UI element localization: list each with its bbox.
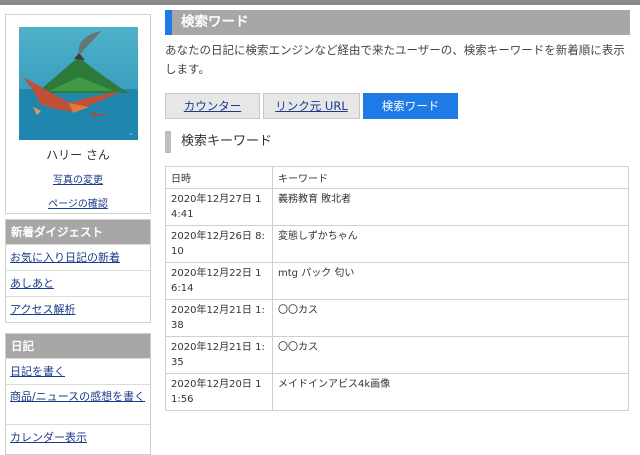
table-row: 2020年12月27日 14:41 義務教育 敗北者 — [165, 188, 629, 226]
cell-datetime: 2020年12月20日 11:56 — [165, 373, 273, 411]
tab-search-words[interactable]: 検索ワード — [363, 93, 458, 119]
cell-datetime: 2020年12月26日 8:10 — [165, 225, 273, 263]
section-title: 検索キーワード — [165, 131, 272, 153]
sidebar-item-favorites[interactable]: お気に入り日記の新着 — [6, 244, 150, 270]
table-row: 2020年12月22日 16:14 mtg パック 匂い — [165, 262, 629, 300]
table-row: 2020年12月20日 11:56 メイドインアビス4k画像 — [165, 373, 629, 411]
view-page-link[interactable]: ページの確認 — [6, 195, 150, 210]
cell-keyword: mtg パック 匂い — [272, 262, 629, 300]
column-header-keyword: キーワード — [272, 166, 629, 189]
column-header-datetime: 日時 — [165, 166, 273, 189]
change-photo-link[interactable]: 写真の変更 — [6, 171, 150, 186]
digest-heading: 新着ダイジェスト — [6, 220, 150, 244]
sidebar-item-write-diary[interactable]: 日記を書く — [6, 358, 150, 384]
cell-keyword: 〇〇カス — [272, 299, 629, 337]
table-row: 2020年12月21日 1:38 〇〇カス — [165, 299, 629, 337]
cell-keyword: 〇〇カス — [272, 336, 629, 374]
profile-box: ~ ハリー さん 写真の変更 ページの確認 — [5, 14, 151, 214]
keyword-table: 日時 キーワード 2020年12月27日 14:41 義務教育 敗北者 2020… — [165, 166, 629, 411]
cell-datetime: 2020年12月27日 14:41 — [165, 188, 273, 226]
cell-keyword: 義務教育 敗北者 — [272, 188, 629, 226]
digest-box: 新着ダイジェスト お気に入り日記の新着 あしあと アクセス解析 — [5, 219, 151, 323]
profile-name: ハリー さん — [46, 148, 110, 162]
sidebar-item-footprints[interactable]: あしあと — [6, 270, 150, 296]
table-row: 2020年12月21日 1:35 〇〇カス — [165, 336, 629, 374]
page-title: 検索ワード — [165, 10, 630, 35]
profile-photo[interactable]: ~ — [19, 27, 138, 140]
sidebar-item-calendar[interactable]: カレンダー表示 — [6, 424, 150, 450]
cell-datetime: 2020年12月22日 16:14 — [165, 262, 273, 300]
pterosaur-illustration: ~ — [19, 27, 138, 140]
svg-text:~: ~ — [129, 132, 133, 138]
tab-referrer-url[interactable]: リンク元 URL — [263, 93, 360, 119]
cell-datetime: 2020年12月21日 1:38 — [165, 299, 273, 337]
table-row: 2020年12月26日 8:10 変態しずかちゃん — [165, 225, 629, 263]
cell-keyword: メイドインアビス4k画像 — [272, 373, 629, 411]
page-description: あなたの日記に検索エンジンなど経由で来たユーザーの、検索キーワードを新着順に表示… — [165, 43, 625, 76]
diary-box: 日記 日記を書く 商品/ニュースの感想を書く カレンダー表示 — [5, 333, 151, 455]
cell-keyword: 変態しずかちゃん — [272, 225, 629, 263]
diary-heading: 日記 — [6, 334, 150, 358]
keyword-table-container: 日時 キーワード 2020年12月27日 14:41 義務教育 敗北者 2020… — [165, 166, 629, 411]
tab-counter[interactable]: カウンター — [165, 93, 260, 119]
sidebar-item-access-analysis[interactable]: アクセス解析 — [6, 296, 150, 322]
top-bar — [0, 0, 640, 5]
cell-datetime: 2020年12月21日 1:35 — [165, 336, 273, 374]
table-header-row: 日時 キーワード — [165, 166, 629, 189]
sidebar-item-write-review[interactable]: 商品/ニュースの感想を書く — [6, 384, 150, 424]
